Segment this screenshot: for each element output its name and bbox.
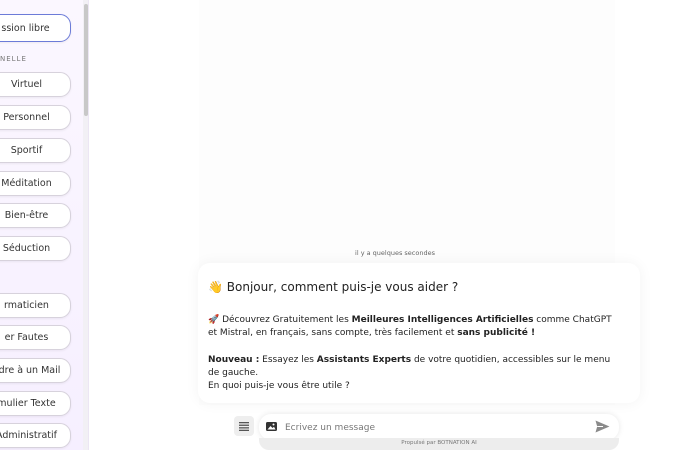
sidebar-item-corriger-fautes[interactable]: er Fautes xyxy=(0,325,71,350)
sidebar-item-label: Bien-être xyxy=(4,210,49,221)
sidebar-item-label: ndre à un Mail xyxy=(0,365,61,376)
sidebar-item-label: Séduction xyxy=(2,243,51,254)
rocket-icon: 🚀 xyxy=(208,315,220,325)
sidebar-item-label: er Fautes xyxy=(4,332,49,343)
new-feature-paragraph: Nouveau : Essayez les Assistants Experts… xyxy=(208,354,618,380)
free-session-label: ssion libre xyxy=(1,22,50,34)
experts-bold: Assistants Experts xyxy=(316,355,412,365)
question-paragraph: En quoi puis-je vous être utile ? xyxy=(208,381,350,391)
sidebar-item-label: mulier Texte xyxy=(0,398,56,409)
intro-bold-1: Meilleures Intelligences Artificielles xyxy=(351,315,534,325)
sidebar-item-sportif[interactable]: Sportif xyxy=(0,138,71,163)
sidebar-item-label: Virtuel xyxy=(10,79,43,90)
sidebar-item-informaticien[interactable]: rmaticien xyxy=(0,293,71,318)
intro-bold-2: sans publicité ! xyxy=(457,328,536,338)
intro-paragraph: 🚀 Découvrez Gratuitement les Meilleures … xyxy=(208,314,618,340)
message-input[interactable] xyxy=(283,419,587,437)
sidebar: ssion libre NELLE Virtuel Personnel Spor… xyxy=(0,0,89,450)
sidebar-item-administratif[interactable]: Administratif xyxy=(0,423,71,448)
greeting-text: 👋 Bonjour, comment puis-je vous aider ? xyxy=(208,280,458,294)
sidebar-item-personnel[interactable]: Personnel xyxy=(0,105,71,130)
sidebar-item-virtuel[interactable]: Virtuel xyxy=(0,72,71,97)
new-label: Nouveau : xyxy=(208,355,260,365)
message-input-container xyxy=(259,414,619,440)
sidebar-item-repondre-mail[interactable]: ndre à un Mail xyxy=(0,358,71,383)
intro-text-1: Découvrez Gratuitement les xyxy=(222,315,352,325)
sidebar-item-meditation[interactable]: Méditation xyxy=(0,171,71,196)
sidebar-section-label: NELLE xyxy=(0,55,27,63)
sidebar-item-label: Personnel xyxy=(3,112,50,123)
sidebar-item-seduction[interactable]: Séduction xyxy=(0,236,71,261)
sidebar-item-label: rmaticien xyxy=(4,300,49,311)
greeting-label: Bonjour, comment puis-je vous aider ? xyxy=(226,280,459,294)
sidebar-scrollbar-thumb[interactable] xyxy=(84,4,88,116)
chat-area: il y a quelques secondes 👋 Bonjour, comm… xyxy=(90,0,700,450)
sidebar-item-reformuler-texte[interactable]: mulier Texte xyxy=(0,391,71,416)
send-icon[interactable] xyxy=(595,420,610,433)
sidebar-item-label: Administratif xyxy=(0,430,58,441)
sidebar-item-label: Sportif xyxy=(10,145,43,156)
image-upload-icon[interactable] xyxy=(266,422,277,431)
sidebar-item-label: Méditation xyxy=(1,178,52,189)
menu-button[interactable] xyxy=(234,416,254,436)
waving-hand-icon: 👋 xyxy=(208,280,223,294)
menu-icon xyxy=(239,421,249,431)
sidebar-item-bien-etre[interactable]: Bien-être xyxy=(0,203,71,228)
free-session-button[interactable]: ssion libre xyxy=(0,14,71,42)
powered-by-footer: Propulsé par BOTNATION AI xyxy=(259,438,619,450)
message-timestamp: il y a quelques secondes xyxy=(355,249,435,257)
new-text-1: Essayez les xyxy=(259,355,317,365)
